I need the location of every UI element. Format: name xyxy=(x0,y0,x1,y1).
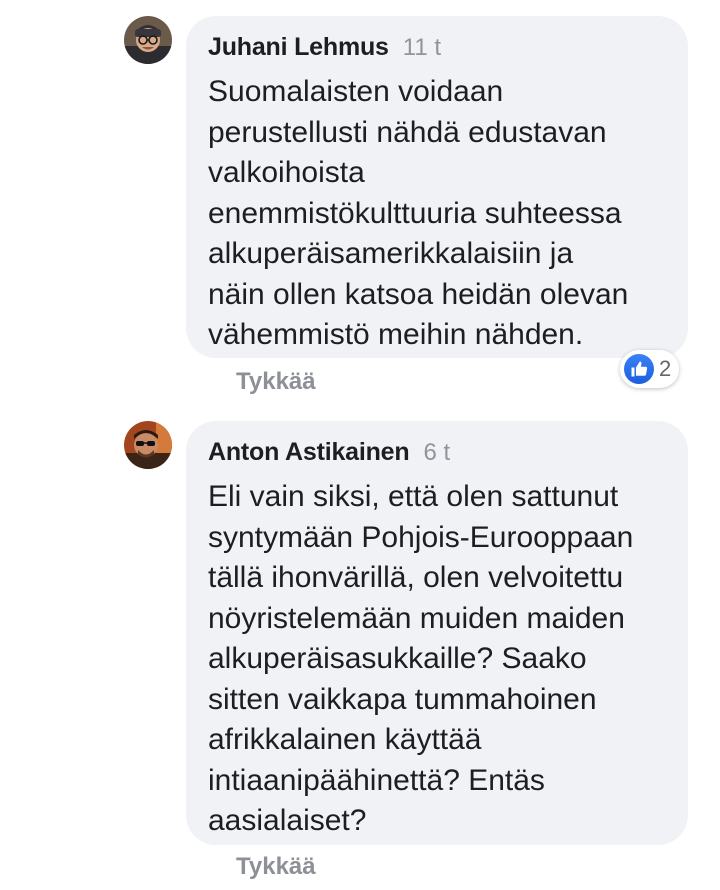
comment-text: Eli vain siksi, että olen sattunut synty… xyxy=(208,480,634,837)
comment-bubble: Anton Astikainen 6 t Eli vain siksi, että… xyxy=(186,421,688,845)
reaction-summary[interactable]: 2 xyxy=(620,350,680,388)
reaction-count: 2 xyxy=(659,356,672,381)
profile-photo-icon xyxy=(124,16,172,64)
comment-bubble: Juhani Lehmus 11 t Suomalaisten voidaan p… xyxy=(186,16,688,358)
comment-timestamp[interactable]: 6 t xyxy=(423,439,450,466)
avatar-juhani-lehmus[interactable] xyxy=(124,16,172,64)
like-button[interactable]: Tykkää xyxy=(236,853,316,881)
like-icon xyxy=(624,354,654,384)
comment-timestamp[interactable]: 11 t xyxy=(403,34,441,61)
comment-header: Juhani Lehmus 11 t xyxy=(208,32,666,66)
avatar-anton-astikainen[interactable] xyxy=(124,421,172,469)
comment-header: Anton Astikainen 6 t xyxy=(208,437,666,471)
comment-author[interactable]: Anton Astikainen xyxy=(208,438,410,466)
like-button[interactable]: Tykkää xyxy=(236,368,316,396)
comment-text: Suomalaisten voidaan perustellusti nähdä… xyxy=(208,75,629,351)
profile-photo-icon xyxy=(124,421,172,469)
comment-author[interactable]: Juhani Lehmus xyxy=(208,33,389,61)
